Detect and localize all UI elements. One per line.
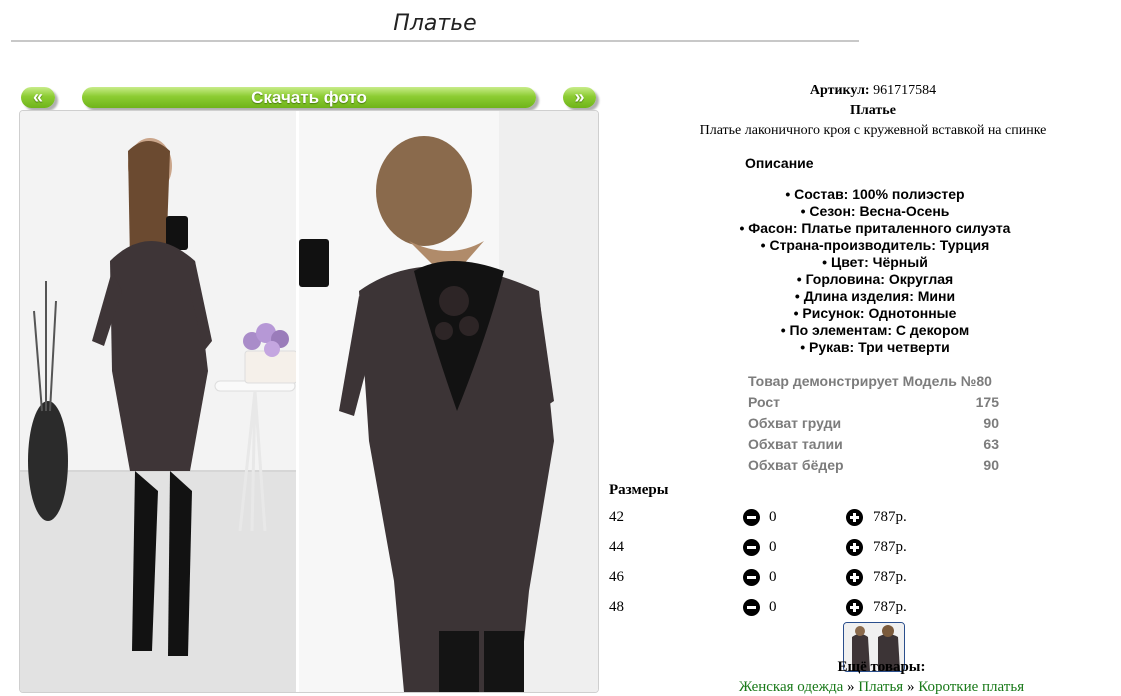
feature-item: • Фасон: Платье приталенного силуэта — [739, 220, 1011, 236]
article-line: Артикул: 961717584 — [610, 83, 1121, 99]
crumb-separator: » — [906, 679, 915, 695]
size-price: 787р. — [873, 599, 907, 615]
minus-circle-icon[interactable] — [743, 569, 760, 586]
minus-circle-icon[interactable] — [743, 599, 760, 616]
model-row: Обхват талии 63 — [748, 436, 999, 452]
features-list: • Состав: 100% полиэстер • Сезон: Весна-… — [660, 186, 1090, 356]
model-row: Обхват бёдер 90 — [748, 457, 999, 473]
model-row: Обхват груди 90 — [748, 415, 999, 431]
crumb-womens-clothing[interactable]: Женская одежда — [739, 679, 843, 695]
size-label: 44 — [609, 539, 624, 555]
size-label: 48 — [609, 599, 624, 615]
description-heading: Описание — [745, 155, 814, 171]
article-label: Артикул: — [809, 83, 870, 98]
plus-circle-icon[interactable] — [846, 569, 863, 586]
page-title: Платье — [11, 9, 859, 42]
model-measurements: Товар демонстрирует Модель №80 Рост 175 О… — [748, 373, 999, 478]
size-label: 42 — [609, 509, 624, 525]
minus-circle-icon[interactable] — [743, 539, 760, 556]
feature-item: • Рукав: Три четверти — [800, 339, 950, 355]
feature-item: • Цвет: Чёрный — [822, 254, 928, 270]
crumb-short-dresses[interactable]: Короткие платья — [918, 679, 1024, 695]
category-breadcrumb: Женская одежда » Платья » Короткие плать… — [610, 679, 1121, 696]
quantity-value: 0 — [769, 509, 777, 525]
product-photo-back[interactable] — [299, 111, 598, 692]
size-price: 787р. — [873, 569, 907, 585]
product-subtitle: Платье лаконичного кроя с кружевной вста… — [699, 123, 1047, 138]
minus-circle-icon[interactable] — [743, 509, 760, 526]
size-label: 46 — [609, 569, 624, 585]
product-photo-front[interactable] — [20, 111, 296, 692]
crumb-dresses[interactable]: Платья — [858, 679, 903, 695]
size-price: 787р. — [873, 509, 907, 525]
quantity-value: 0 — [769, 599, 777, 615]
prev-photo-button[interactable]: « — [21, 87, 55, 108]
plus-circle-icon[interactable] — [846, 509, 863, 526]
plus-circle-icon[interactable] — [846, 539, 863, 556]
crumb-separator: » — [847, 679, 855, 695]
plus-circle-icon[interactable] — [846, 599, 863, 616]
article-value: 961717584 — [873, 83, 937, 98]
next-photo-button[interactable]: » — [563, 87, 596, 108]
feature-item: • Сезон: Весна-Осень — [800, 203, 950, 219]
feature-item: • Состав: 100% полиэстер — [785, 186, 965, 202]
feature-item: • По элементам: С декором — [780, 322, 970, 338]
quantity-value: 0 — [769, 569, 777, 585]
product-photos — [19, 110, 599, 693]
feature-item: • Страна-производитель: Турция — [760, 237, 990, 253]
more-products-heading: Ещё товары: — [837, 659, 926, 675]
quantity-value: 0 — [769, 539, 777, 555]
size-price: 787р. — [873, 539, 907, 555]
feature-item: • Рисунок: Однотонные — [793, 305, 957, 321]
feature-item: • Длина изделия: Мини — [794, 288, 956, 304]
download-photo-button[interactable]: Скачать фото — [82, 87, 536, 108]
product-name: Платье — [850, 103, 896, 118]
model-heading: Товар демонстрирует Модель №80 — [748, 373, 992, 389]
feature-item: • Горловина: Округлая — [796, 271, 954, 287]
model-row: Рост 175 — [748, 394, 999, 410]
sizes-heading: Размеры — [609, 482, 669, 498]
